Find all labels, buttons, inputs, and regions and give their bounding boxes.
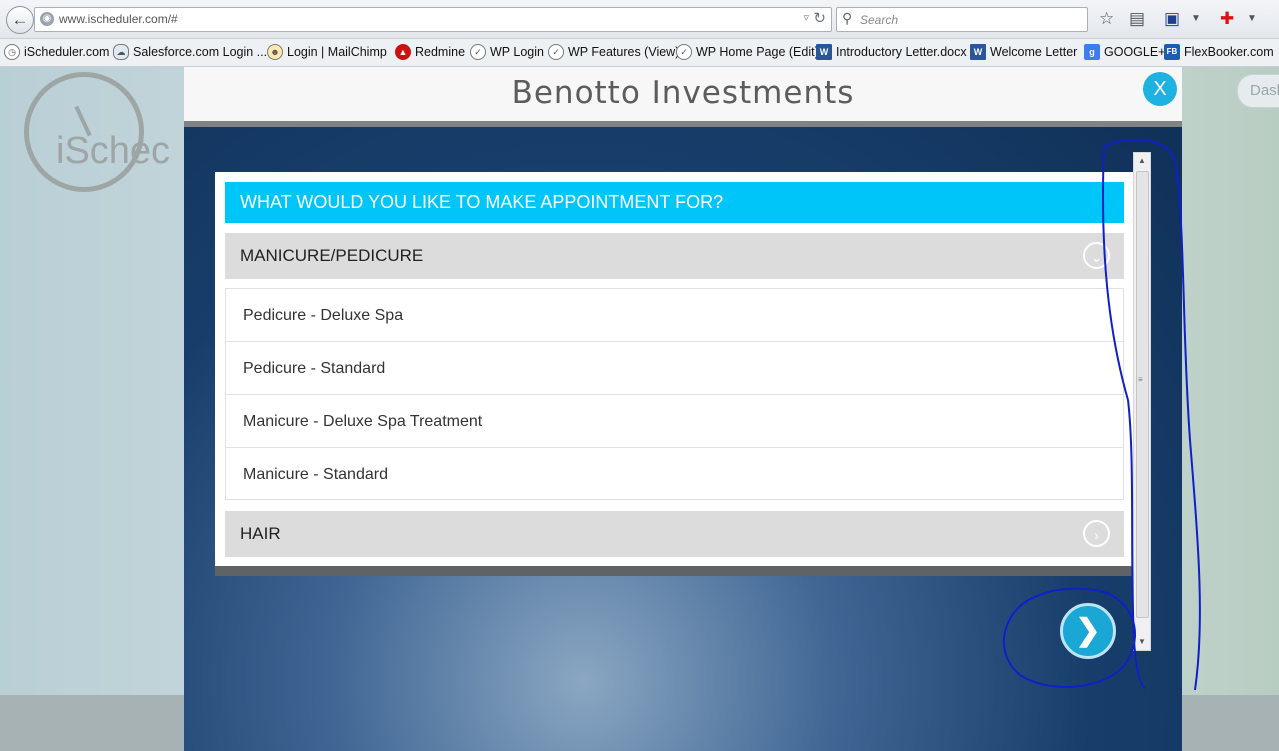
panel-footer-bar [215,566,1134,576]
clock-icon: ◷ [4,44,20,60]
bookmark-salesforce[interactable]: ☁ Salesforce.com Login ... [113,44,267,60]
star-icon[interactable]: ☆ [1099,9,1114,29]
chevron-right-icon[interactable]: › [1083,520,1110,547]
service-item[interactable]: Manicure - Deluxe Spa Treatment [226,395,1123,448]
service-item[interactable]: Manicure - Standard [226,448,1123,501]
scrollbar-thumb[interactable] [1136,171,1149,618]
plus-cross-icon[interactable]: ✚ [1220,9,1234,29]
save-icon[interactable]: ▣ [1164,9,1180,29]
header-divider [184,121,1182,127]
google-icon: g [1084,44,1100,60]
scroll-down-arrow-icon[interactable]: ▼ [1134,635,1150,649]
dashboard-button[interactable]: Dash [1237,74,1279,108]
site-logo: iSchec [56,130,171,172]
clock-icon: ✓ [548,44,564,60]
bookmark-redmine[interactable]: ▲ Redmine [395,44,465,60]
search-input[interactable]: ⚲ Search [836,7,1088,32]
word-icon: W [970,44,986,60]
address-bar[interactable]: ◉ www.ischeduler.com/# ▿ ↻ [34,7,832,32]
magnifier-icon: ⚲ [842,10,853,26]
chevron-down-icon[interactable]: ⌄ [1083,242,1110,269]
service-panel: WHAT WOULD YOU LIKE TO MAKE APPOINTMENT … [215,172,1134,576]
category-label: MANICURE/PEDICURE [240,246,424,265]
bookmark-wp-login[interactable]: ✓ WP Login [470,44,544,60]
url-text: www.ischeduler.com/# [59,12,178,26]
bookmark-google-plus[interactable]: g GOOGLE+ [1084,44,1165,60]
grip-icon: ≡ [1138,375,1143,384]
service-list: Pedicure - Deluxe Spa Pedicure - Standar… [225,288,1124,500]
globe-icon: ◉ [40,12,54,26]
word-icon: W [816,44,832,60]
clock-icon: ✓ [676,44,692,60]
business-title: Benotto Investments [511,75,855,111]
chevron-right-icon: ❯ [1075,614,1101,647]
category-label: HAIR [240,524,281,543]
close-button[interactable]: X [1143,72,1177,106]
bookmark-ischeduler[interactable]: ◷ iScheduler.com [4,44,109,60]
search-placeholder: Search [860,13,899,27]
flexbooker-icon: FB [1164,44,1180,60]
reading-list-icon[interactable]: ▤ [1129,9,1145,29]
back-arrow-icon[interactable]: ← [6,6,34,34]
redmine-icon: ▲ [395,44,411,60]
dropdown-arrow-icon[interactable]: ▿ [803,11,809,24]
modal-scrollbar[interactable]: ▲ ≡ ▼ [1133,152,1151,651]
clock-icon: ✓ [470,44,486,60]
reload-icon[interactable]: ↻ [813,9,826,27]
category-manicure-pedicure[interactable]: MANICURE/PEDICURE ⌄ [225,233,1124,279]
cloud-icon: ☁ [113,44,129,60]
bookmarks-bar: ◷ iScheduler.com ☁ Salesforce.com Login ..… [0,39,1279,67]
scroll-up-arrow-icon[interactable]: ▲ [1134,154,1150,168]
bookmark-welcome-letter[interactable]: W Welcome Letter [970,44,1077,60]
next-button[interactable]: ❯ [1060,603,1116,659]
modal-header: Benotto Investments [184,67,1182,121]
bookmark-introductory-letter[interactable]: W Introductory Letter.docx [816,44,967,60]
chevron-down-icon[interactable]: ▼ [1247,9,1257,29]
bookmark-wp-home[interactable]: ✓ WP Home Page (Edit) [676,44,819,60]
appointment-question-heading: WHAT WOULD YOU LIKE TO MAKE APPOINTMENT … [225,182,1124,223]
service-item[interactable]: Pedicure - Standard [226,342,1123,395]
bookmark-mailchimp[interactable]: ☻ Login | MailChimp [267,44,387,60]
bookmark-wp-features[interactable]: ✓ WP Features (View) [548,44,679,60]
service-item[interactable]: Pedicure - Deluxe Spa [226,289,1123,342]
mailchimp-icon: ☻ [267,44,283,60]
category-hair[interactable]: HAIR › [225,511,1124,557]
browser-toolbar: ← ◉ www.ischeduler.com/# ▿ ↻ ⚲ Search ☆ … [0,0,1279,39]
bookmark-flexbooker[interactable]: FB FlexBooker.com [1164,44,1274,60]
chevron-down-icon[interactable]: ▼ [1191,9,1201,29]
